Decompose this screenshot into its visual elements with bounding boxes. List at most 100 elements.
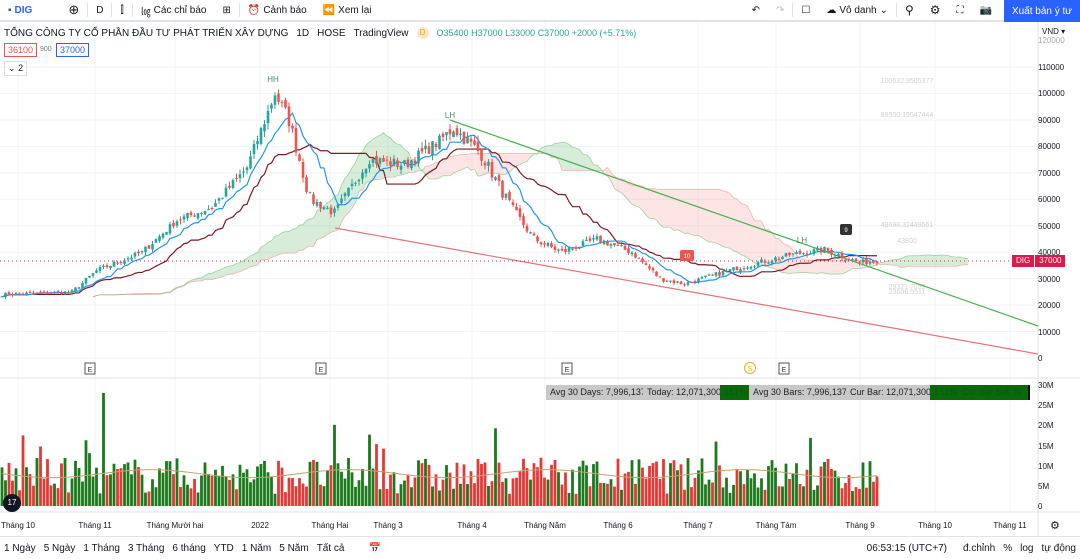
volume-bar [539, 457, 543, 506]
ichimoku-cloud [380, 132, 384, 180]
range-button[interactable]: 3 Tháng [124, 543, 169, 554]
volume-bar [742, 484, 746, 506]
goto-date-button[interactable]: 📅 [360, 543, 388, 554]
ichimoku-cloud [460, 154, 464, 171]
volume-bar [697, 470, 700, 506]
candle-body [315, 201, 319, 206]
log-toggle[interactable]: log [1016, 543, 1037, 554]
candle-body [49, 292, 53, 294]
ichimoku-cloud [457, 154, 461, 172]
volume-bar [651, 463, 655, 506]
candle-body [648, 266, 651, 269]
ask-price[interactable]: 37000 [56, 43, 90, 57]
volume-bar [595, 461, 599, 506]
candle-body [728, 269, 732, 272]
candle-body [151, 244, 154, 250]
downtrend-line [449, 119, 1039, 327]
bid-price[interactable]: 36100 [4, 43, 38, 57]
ichimoku-cloud [495, 153, 499, 175]
time-tick: Tháng Mười hai [146, 521, 204, 530]
volume-bar [665, 493, 669, 506]
fib-level-label: 23606.5511 [889, 289, 926, 296]
candle-body [700, 277, 704, 279]
candle-body [105, 265, 109, 268]
fib-level-label: 48698.32449561 [881, 222, 934, 229]
currency-dropdown[interactable]: VND ▾ [1042, 27, 1065, 36]
volume-bar [816, 485, 819, 506]
range-button[interactable]: 6 tháng [168, 543, 209, 554]
volume-bar [63, 458, 67, 506]
candle-body [385, 159, 389, 161]
candle-body [210, 207, 214, 209]
ohlc-values: O35400 H37000 L33000 C37000 +2000 (+5.71… [436, 28, 637, 38]
ichimoku-cloud [691, 189, 695, 236]
volume-bar [438, 490, 441, 506]
time-tick: Tháng Năm [524, 521, 566, 530]
time-tick: Tháng 4 [457, 521, 487, 530]
range-button[interactable]: 1 Tháng [79, 543, 124, 554]
volume-bar [571, 469, 574, 506]
volume-bar [382, 448, 385, 506]
candle-body [294, 128, 298, 153]
candle-body [802, 253, 805, 255]
candle-body [319, 202, 322, 209]
volume-bar [658, 478, 662, 506]
candle-body [7, 292, 11, 296]
volume-bar [280, 467, 284, 506]
candle-body [182, 216, 186, 220]
candle-body [557, 249, 560, 251]
range-button[interactable]: 1 Ngày [0, 543, 40, 554]
candle-body [158, 236, 161, 241]
range-button[interactable]: 1 Năm [238, 543, 275, 554]
candle-body [445, 132, 448, 136]
clock[interactable]: 06:53:15 (UTC+7) [863, 543, 951, 554]
candle-body [630, 252, 634, 255]
volume-bar [228, 479, 231, 506]
candle-body [242, 171, 245, 173]
calendar-icon: 📅 [368, 542, 381, 554]
ichimoku-cloud [814, 260, 818, 274]
volume-bar [546, 479, 550, 506]
range-button[interactable]: Tất cả [313, 543, 349, 554]
market-status-badge[interactable]: D [416, 27, 429, 39]
adjust-toggle[interactable]: đ.chỉnh [959, 543, 999, 554]
ichimoku-cloud [254, 252, 258, 266]
candle-body [854, 258, 858, 262]
range-button[interactable]: 5 Ngày [40, 543, 80, 554]
volume-bar [161, 472, 165, 506]
time-tick: Tháng 11 [78, 521, 112, 530]
volume-bar [350, 472, 354, 506]
percent-toggle[interactable]: % [999, 543, 1016, 554]
collapse-indicators-button[interactable]: ⌄ 2 [4, 61, 28, 76]
volume-bar [224, 475, 228, 506]
volume-bar [231, 474, 235, 506]
ichimoku-cloud [747, 206, 751, 260]
candle-body [623, 245, 627, 250]
candle-body [168, 224, 172, 234]
candle-body [431, 141, 434, 156]
ichimoku-cloud [226, 266, 230, 276]
auto-toggle[interactable]: tự động [1038, 543, 1080, 554]
volume-bar [749, 478, 753, 506]
candle-body [564, 249, 567, 252]
ichimoku-cloud [670, 189, 674, 231]
volume-bar [602, 483, 606, 506]
bottom-bar: 1 Ngày 5 Ngày 1 Tháng 3 Tháng 6 tháng YTD 1 Nă… [0, 536, 1080, 559]
volume-bar [88, 453, 91, 506]
price-tick: 30000 [1038, 274, 1061, 284]
ichimoku-cloud [656, 189, 660, 225]
range-button[interactable]: 5 Năm [275, 543, 312, 554]
candle-body [823, 246, 826, 253]
range-button[interactable]: YTD [210, 543, 238, 554]
chart-canvas[interactable]: HH LH LH 100632.9505377 89530.19547444 48698.… [0, 0, 1080, 536]
axis-settings-button[interactable]: ⚙ [1050, 519, 1060, 532]
candle-body [847, 259, 851, 261]
tradingview-logo[interactable]: 17 [3, 494, 21, 512]
candle-body [662, 278, 665, 282]
ichimoku-cloud [317, 208, 321, 240]
ichimoku-cloud [936, 254, 940, 267]
volume-tick: 20M [1038, 421, 1054, 431]
ichimoku-cloud [653, 188, 657, 220]
candle-body [784, 253, 788, 257]
candle-body [497, 175, 501, 181]
